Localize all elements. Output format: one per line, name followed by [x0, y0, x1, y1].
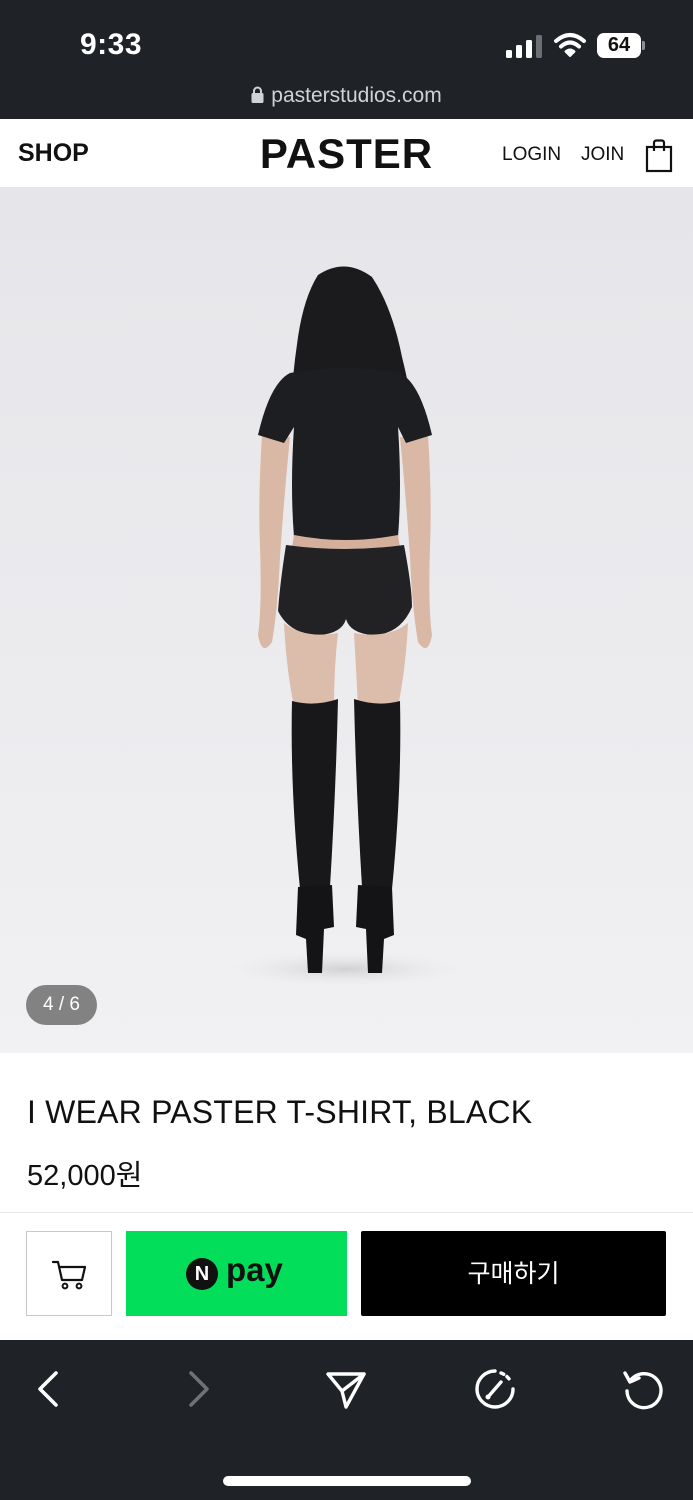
product-photo	[225, 266, 465, 987]
share-icon[interactable]	[324, 1367, 368, 1411]
site-header: SHOP PASTER LOGIN JOIN	[0, 119, 693, 187]
address-bar[interactable]: pasterstudios.com	[0, 80, 693, 119]
url-display[interactable]: pasterstudios.com	[0, 84, 693, 108]
status-time: 9:33	[80, 28, 143, 61]
nav-login-link[interactable]: LOGIN	[502, 144, 561, 166]
cart-icon	[52, 1260, 87, 1290]
npay-logo-icon: N	[186, 1258, 218, 1290]
signal-icon	[506, 34, 542, 58]
home-indicator[interactable]	[223, 1476, 471, 1486]
shopping-bag-icon[interactable]	[645, 139, 673, 173]
reload-icon[interactable]	[621, 1367, 665, 1411]
purchase-bar: N pay 구매하기	[0, 1212, 693, 1340]
wifi-icon	[554, 32, 586, 58]
battery-icon: 64	[597, 33, 645, 58]
image-counter: 4 / 6	[26, 985, 97, 1025]
buy-now-button[interactable]: 구매하기	[361, 1231, 666, 1316]
status-bar: 9:33 64	[0, 0, 693, 80]
npay-button[interactable]: N pay	[126, 1231, 347, 1316]
nav-join-link[interactable]: JOIN	[581, 144, 624, 166]
nav-shop-link[interactable]: SHOP	[18, 139, 89, 168]
battery-level-text: 64	[607, 34, 631, 56]
url-text: pasterstudios.com	[271, 84, 442, 107]
product-image-gallery[interactable]: 4 / 6	[0, 187, 693, 1053]
speed-icon[interactable]	[473, 1367, 517, 1411]
product-title: I WEAR PASTER T-SHIRT, BLACK	[27, 1094, 533, 1130]
product-info: I WEAR PASTER T-SHIRT, BLACK 52,000원	[0, 1053, 693, 1212]
forward-icon[interactable]	[176, 1367, 220, 1411]
npay-label: pay	[226, 1251, 283, 1288]
product-price: 52,000원	[27, 1160, 143, 1192]
lock-icon	[251, 86, 264, 103]
browser-toolbar	[0, 1340, 693, 1500]
add-to-cart-button[interactable]	[26, 1231, 112, 1316]
back-icon[interactable]	[27, 1367, 71, 1411]
